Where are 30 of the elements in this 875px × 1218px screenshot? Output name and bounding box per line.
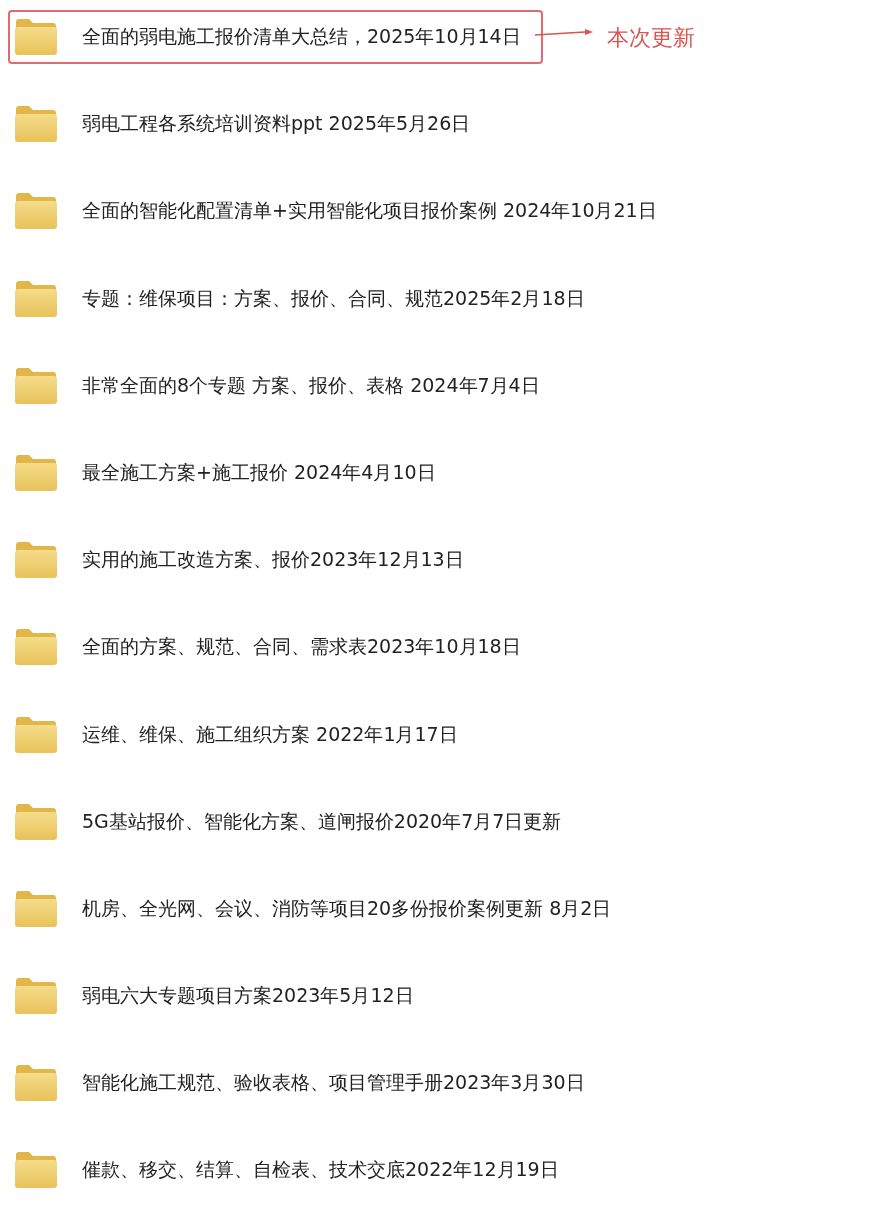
folder-name[interactable]: 专题：维保项目：方案、报价、合同、规范2025年2月18日 xyxy=(82,285,585,312)
folder-name[interactable]: 5G基站报价、智能化方案、道闸报价2020年7月7日更新 xyxy=(82,808,562,835)
folder-icon xyxy=(14,802,58,841)
folder-icon xyxy=(14,105,58,144)
folder-icon xyxy=(14,18,58,56)
folder-name[interactable]: 全面的智能化配置清单+实用智能化项目报价案例 2024年10月21日 xyxy=(82,198,657,225)
folder-name[interactable]: 实用的施工改造方案、报价2023年12月13日 xyxy=(82,547,464,574)
folder-name[interactable]: 全面的方案、规范、合同、需求表2023年10月18日 xyxy=(82,634,521,661)
arrow xyxy=(534,28,595,38)
folder-icon xyxy=(14,366,58,405)
folder-icon xyxy=(14,279,58,318)
folder-icon xyxy=(14,889,58,928)
folder-name[interactable]: 弱电工程各系统培训资料ppt 2025年5月26日 xyxy=(82,111,471,138)
folder-icon xyxy=(14,628,58,667)
folder-icon xyxy=(14,1151,58,1190)
folder-name[interactable]: 弱电六大专题项目方案2023年5月12日 xyxy=(82,983,414,1010)
folder-name[interactable]: 非常全面的8个专题 方案、报价、表格 2024年7月4日 xyxy=(82,372,540,399)
folder-name[interactable]: 机房、全光网、会议、消防等项目20多份报价案例更新 8月2日 xyxy=(82,895,612,922)
folder-name[interactable]: 智能化施工规范、验收表格、项目管理手册2023年3月30日 xyxy=(82,1070,585,1097)
folder-icon xyxy=(14,192,58,231)
folder-name[interactable]: 运维、维保、施工组织方案 2022年1月17日 xyxy=(82,721,458,748)
folder-icon xyxy=(14,453,58,492)
folder-icon xyxy=(14,715,58,754)
annotation-label: 本次更新 xyxy=(606,24,695,52)
folder-name[interactable]: 催款、移交、结算、自检表、技术交底2022年12月19日 xyxy=(82,1157,559,1184)
folder-name[interactable]: 最全施工方案+施工报价 2024年4月10日 xyxy=(82,459,436,486)
folder-name[interactable]: 全面的弱电施工报价清单大总结，2025年10月14日 xyxy=(82,24,521,50)
folder-icon xyxy=(14,541,58,580)
folder-icon xyxy=(14,977,58,1016)
folder-icon xyxy=(14,1064,58,1103)
